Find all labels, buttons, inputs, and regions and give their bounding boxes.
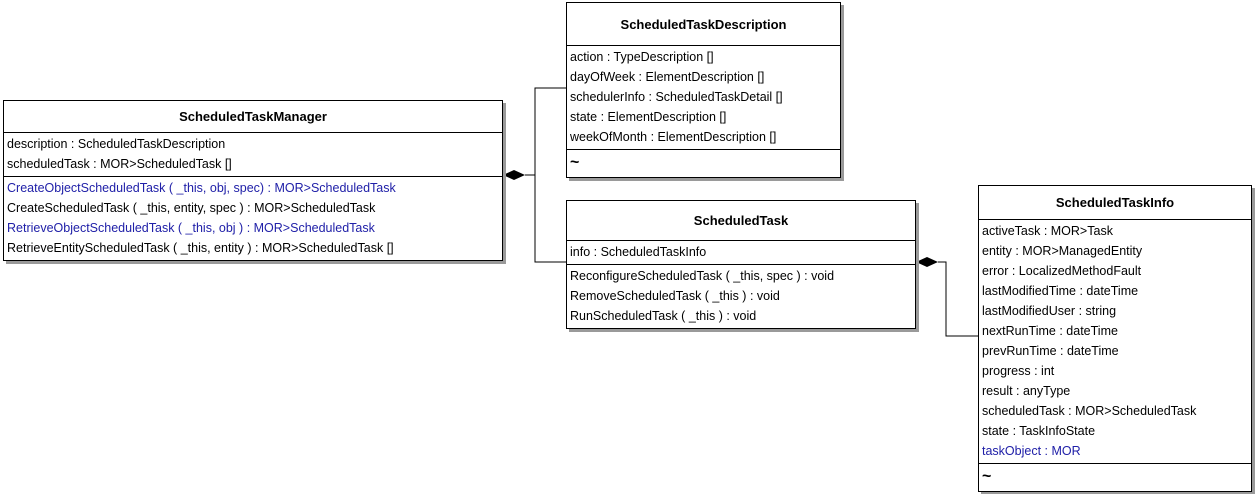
composition-diamond-manager (503, 170, 525, 180)
connector-manager-description (525, 87, 566, 176)
attribute-row[interactable]: taskObject : MOR (979, 441, 1251, 461)
class-title: ScheduledTaskInfo (979, 186, 1251, 220)
class-title: ScheduledTaskManager (4, 101, 502, 133)
attribute-row: state : TaskInfoState (982, 424, 1096, 438)
attribute-row: state : ElementDescription [] (570, 110, 727, 124)
attribute-row: entity : MOR>ManagedEntity (982, 244, 1143, 258)
class-scheduled-task-manager[interactable]: ScheduledTaskManager description : Sched… (3, 100, 503, 261)
attribute-row: info : ScheduledTaskInfo (570, 245, 707, 259)
method-row: RunScheduledTask ( _this ) : void (570, 309, 757, 323)
operations-section: ~ (567, 150, 840, 177)
attribute-row: result : anyType (982, 384, 1071, 398)
class-title: ScheduledTaskDescription (567, 3, 840, 46)
attribute-row: lastModifiedTime : dateTime (982, 284, 1139, 298)
connector-manager-task (534, 175, 566, 263)
attributes-section: activeTask : MOR>Task entity : MOR>Manag… (979, 220, 1251, 464)
method-row: RemoveScheduledTask ( _this ) : void (570, 289, 780, 303)
method-row[interactable]: RetrieveObjectScheduledTask ( _this, obj… (4, 218, 502, 238)
attribute-row: error : LocalizedMethodFault (982, 264, 1142, 278)
attribute-row: prevRunTime : dateTime (982, 344, 1119, 358)
connector-task-info (938, 261, 978, 337)
attributes-section: action : TypeDescription [] dayOfWeek : … (567, 46, 840, 150)
attribute-row: progress : int (982, 364, 1055, 378)
class-scheduled-task-description[interactable]: ScheduledTaskDescription action : TypeDe… (566, 2, 841, 178)
attribute-row: weekOfMonth : ElementDescription [] (570, 130, 777, 144)
method-row: RetrieveEntityScheduledTask ( _this, ent… (7, 241, 394, 255)
attributes-section: description : ScheduledTaskDescription s… (4, 133, 502, 177)
attribute-row: scheduledTask : MOR>ScheduledTask (982, 404, 1197, 418)
class-title: ScheduledTask (567, 201, 915, 241)
operations-section: ~ (979, 464, 1251, 491)
class-scheduled-task-info[interactable]: ScheduledTaskInfo activeTask : MOR>Task … (978, 185, 1252, 492)
attributes-section: info : ScheduledTaskInfo (567, 241, 915, 265)
method-row[interactable]: CreateObjectScheduledTask ( _this, obj, … (4, 178, 502, 198)
attribute-row: action : TypeDescription [] (570, 50, 714, 64)
attribute-row: lastModifiedUser : string (982, 304, 1117, 318)
methods-section: ReconfigureScheduledTask ( _this, spec )… (567, 265, 915, 328)
operations-placeholder: ~ (570, 154, 580, 171)
method-row: ReconfigureScheduledTask ( _this, spec )… (570, 269, 835, 283)
composition-diamond-task (916, 257, 938, 267)
class-scheduled-task[interactable]: ScheduledTask info : ScheduledTaskInfo R… (566, 200, 916, 329)
attribute-row: activeTask : MOR>Task (982, 224, 1113, 238)
attribute-row: description : ScheduledTaskDescription (7, 137, 226, 151)
attribute-row: scheduledTask : MOR>ScheduledTask [] (7, 157, 232, 171)
methods-section: CreateObjectScheduledTask ( _this, obj, … (4, 177, 502, 260)
attribute-row: nextRunTime : dateTime (982, 324, 1118, 338)
attribute-row: schedulerInfo : ScheduledTaskDetail [] (570, 90, 783, 104)
attribute-row: dayOfWeek : ElementDescription [] (570, 70, 765, 84)
method-row: CreateScheduledTask ( _this, entity, spe… (7, 201, 376, 215)
operations-placeholder: ~ (982, 468, 992, 485)
